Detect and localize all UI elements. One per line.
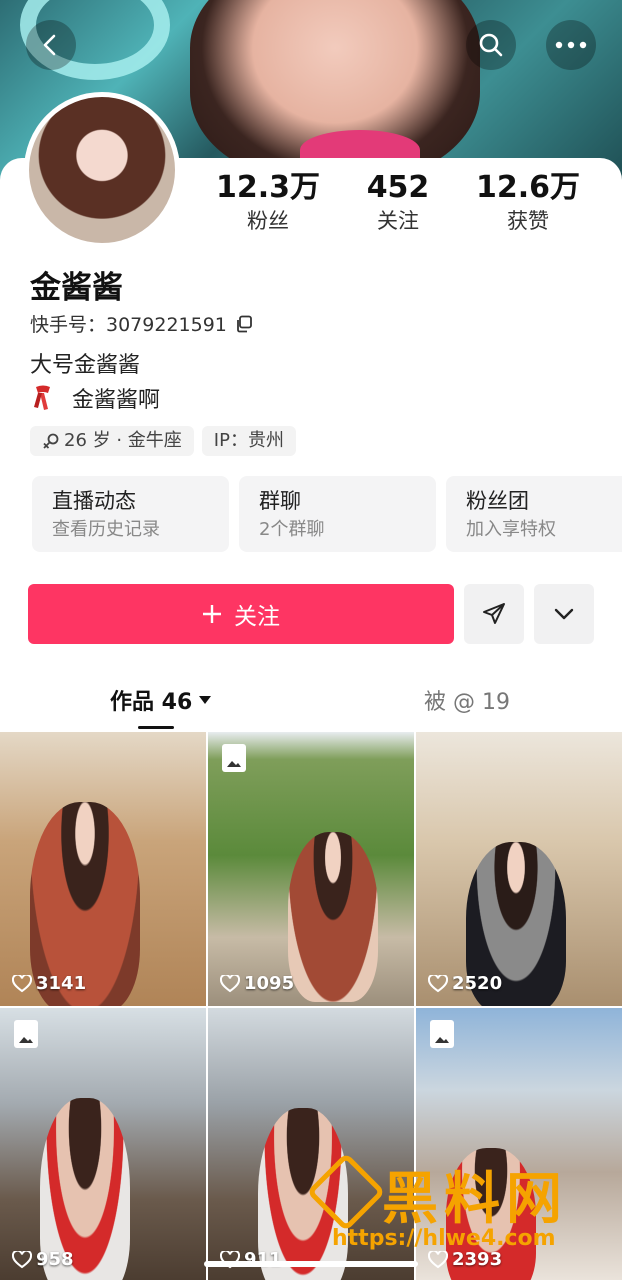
video-thumbnail[interactable]: 2520 — [416, 732, 622, 1006]
image-post-icon — [222, 744, 246, 772]
group-chat-card[interactable]: 群聊 2个群聊 — [239, 476, 436, 552]
follow-button[interactable]: 关注 — [28, 584, 454, 644]
tab-mentioned[interactable]: 被 @ 19 — [424, 684, 510, 716]
search-icon — [479, 33, 503, 57]
age-zodiac-tag: 26 岁 · 金牛座 — [30, 426, 194, 456]
video-thumbnail[interactable]: 1095 — [208, 732, 414, 1006]
plus-icon — [203, 605, 221, 623]
heart-icon — [220, 974, 240, 992]
home-indicator[interactable] — [204, 1261, 418, 1267]
card-title: 粉丝团 — [466, 489, 529, 513]
like-count: 2520 — [428, 973, 502, 994]
stat-label: 关注 — [377, 209, 419, 233]
stat-followers[interactable]: 12.3万 粉丝 — [203, 170, 333, 236]
site-watermark: 黑料网 https://hlwe4.com — [306, 1152, 608, 1260]
copy-icon[interactable] — [235, 315, 253, 333]
feature-cards: 直播动态 查看历史记录 群聊 2个群聊 粉丝团 加入享特权 — [32, 476, 622, 552]
watermark-logo-icon — [306, 1152, 386, 1232]
card-subtitle: 加入享特权 — [466, 519, 556, 540]
watermark-title: 黑料网 — [382, 1167, 568, 1232]
bio-line: 大号金酱酱 — [30, 353, 141, 378]
back-button[interactable] — [26, 20, 76, 70]
age-zodiac-text: 26 岁 · 金牛座 — [64, 430, 182, 451]
image-post-icon — [14, 1020, 38, 1048]
ip-location-tag: IP：贵州 — [201, 426, 296, 456]
like-count-text: 958 — [36, 1249, 74, 1270]
follow-label: 关注 — [234, 604, 280, 630]
heart-icon — [12, 974, 32, 992]
scarf-icon — [34, 385, 50, 410]
like-count-text: 2520 — [452, 973, 503, 994]
like-count-text: 1095 — [244, 973, 295, 994]
video-thumbnail[interactable]: 958 — [0, 1008, 206, 1280]
fan-club-card[interactable]: 粉丝团 加入享特权 — [446, 476, 622, 552]
expand-recommend-button[interactable] — [534, 584, 594, 644]
image-post-icon — [430, 1020, 454, 1048]
bio-line-linked[interactable]: 金酱酱啊 — [30, 382, 160, 414]
stat-likes[interactable]: 12.6万 获赞 — [463, 170, 593, 236]
video-thumbnail[interactable]: 3141 — [0, 732, 206, 1006]
caret-down-icon — [199, 696, 212, 704]
female-gender-icon — [43, 433, 59, 449]
search-button[interactable] — [466, 20, 516, 70]
stat-number: 12.3万 — [215, 170, 321, 205]
card-subtitle: 查看历史记录 — [52, 519, 160, 540]
tab-works[interactable]: 作品 46 — [110, 684, 212, 716]
stat-label: 获赞 — [507, 209, 549, 233]
avatar[interactable] — [24, 92, 180, 248]
chevron-down-icon — [554, 608, 574, 620]
card-title: 群聊 — [259, 489, 301, 513]
watermark-url: https://hlwe4.com — [332, 1226, 556, 1251]
linked-account-name: 金酱酱啊 — [72, 388, 161, 413]
share-button[interactable] — [464, 584, 524, 644]
like-count-text: 3141 — [36, 973, 87, 994]
kuaishou-id-row: 快手号：3079221591 — [30, 310, 253, 337]
profile-tags: 26 岁 · 金牛座 IP：贵州 — [30, 426, 296, 456]
stat-number: 12.6万 — [475, 170, 581, 205]
stat-following[interactable]: 452 关注 — [333, 170, 463, 236]
card-subtitle: 2个群聊 — [259, 519, 325, 540]
live-history-card[interactable]: 直播动态 查看历史记录 — [32, 476, 229, 552]
profile-name: 金酱酱 — [30, 270, 123, 306]
like-count: 3141 — [12, 973, 86, 994]
tab-indicator — [138, 726, 174, 729]
content-tabs: 作品 46 被 @ 19 — [0, 676, 622, 730]
chevron-left-icon — [43, 34, 56, 56]
profile-stats: 12.3万 粉丝 452 关注 12.6万 获赞 — [203, 170, 603, 236]
stat-label: 粉丝 — [247, 209, 289, 233]
like-count: 1095 — [220, 973, 294, 994]
more-button[interactable] — [546, 20, 596, 70]
heart-icon — [428, 974, 448, 992]
card-title: 直播动态 — [52, 489, 136, 513]
more-dots-icon — [555, 41, 587, 49]
stat-number: 452 — [366, 170, 430, 205]
send-icon — [483, 603, 505, 624]
kuaishou-id: 快手号：3079221591 — [30, 314, 227, 336]
heart-icon — [12, 1250, 32, 1268]
tab-works-label: 作品 46 — [110, 690, 193, 715]
like-count: 958 — [12, 1249, 74, 1270]
